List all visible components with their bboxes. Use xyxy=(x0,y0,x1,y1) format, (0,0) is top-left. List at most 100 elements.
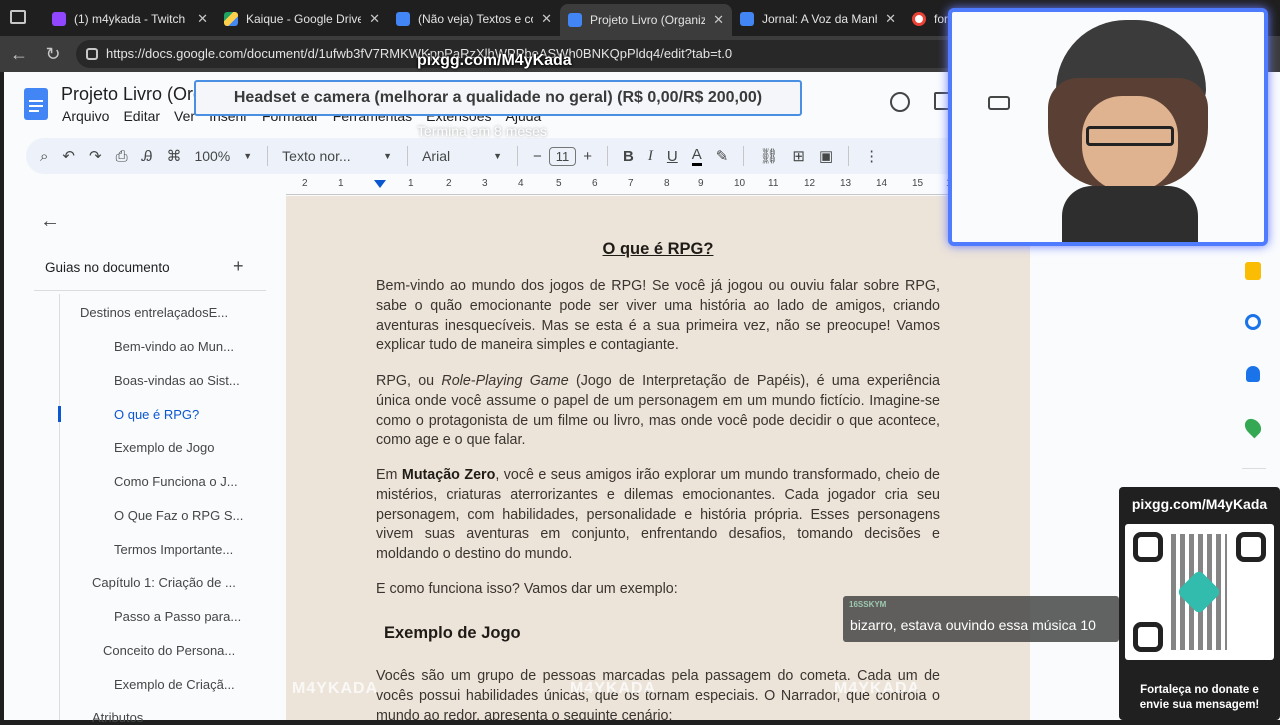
font-size-input[interactable]: 11 xyxy=(548,146,577,166)
increase-font-icon[interactable]: + xyxy=(583,148,592,165)
undo-icon[interactable]: ↶ xyxy=(62,147,75,165)
menu-editar[interactable]: Editar xyxy=(123,108,160,124)
history-icon[interactable] xyxy=(890,92,910,112)
chat-message-box: 16SSKYM bizarro, estava ouvindo essa mús… xyxy=(843,596,1119,642)
outline-item[interactable]: O Que Faz o RPG S... xyxy=(114,508,243,523)
back-arrow-icon[interactable]: ← xyxy=(40,210,60,233)
doc-title[interactable]: Projeto Livro (Org xyxy=(61,84,203,105)
outline-item[interactable]: Bem-vindo ao Mun... xyxy=(114,339,234,354)
ruler-number: 2 xyxy=(302,178,308,189)
search-icon[interactable]: ⌕ xyxy=(40,148,48,165)
insert-image-icon[interactable]: ▣ xyxy=(819,147,833,165)
style-select[interactable]: Texto nor... xyxy=(282,148,370,164)
chat-username: 16SSKYM xyxy=(849,600,887,609)
docs-icon xyxy=(740,12,754,26)
font-select[interactable]: Arial xyxy=(422,148,480,164)
ruler-line xyxy=(286,194,1030,195)
text-run: Em xyxy=(376,467,402,483)
link-icon[interactable]: ⛓ xyxy=(759,147,778,165)
print-icon[interactable]: ⎙ xyxy=(116,148,128,165)
hoodie-shape xyxy=(1062,186,1198,242)
bold-icon[interactable]: B xyxy=(623,148,634,165)
tab-search-icon[interactable] xyxy=(10,10,26,24)
paragraph: RPG, ou Role-Playing Game (Jogo de Inter… xyxy=(376,372,940,451)
tasks-icon[interactable] xyxy=(1245,314,1261,330)
ruler-number: 14 xyxy=(876,178,888,189)
outline-indent-line xyxy=(59,294,60,720)
more-options-icon[interactable]: ⋮ xyxy=(864,147,879,165)
tab-textos[interactable]: (Não veja) Textos e coi ✕ xyxy=(388,6,560,32)
qr-corner xyxy=(1133,532,1163,562)
text-color-icon[interactable]: A xyxy=(691,146,702,166)
add-comment-icon[interactable]: ⊞ xyxy=(792,147,805,165)
outline-item[interactable]: Exemplo de Criaçã... xyxy=(114,677,235,692)
redo-icon[interactable]: ↷ xyxy=(89,147,102,165)
zoom-select[interactable]: 100% xyxy=(194,148,230,164)
close-icon[interactable]: ✕ xyxy=(369,11,380,27)
back-icon[interactable]: ← xyxy=(8,43,30,65)
outline-item[interactable]: Capítulo 1: Criação de ... xyxy=(92,575,236,590)
tab-projeto-livro[interactable]: Projeto Livro (Organiza ✕ xyxy=(560,4,732,36)
qr-code[interactable] xyxy=(1125,524,1274,660)
tab-title: Projeto Livro (Organiza xyxy=(590,13,706,27)
outline-item[interactable]: Atributos xyxy=(92,710,143,725)
divider xyxy=(267,146,269,166)
maps-icon[interactable] xyxy=(1241,415,1265,439)
chat-text: bizarro, estava ouvindo essa música 10 xyxy=(850,617,1096,633)
tab-title: (1) m4ykada - Twitch xyxy=(74,12,186,26)
contacts-icon[interactable] xyxy=(1246,366,1260,382)
outline-item[interactable]: Conceito do Persona... xyxy=(103,643,235,658)
tab-title: Jornal: A Voz da Manhã xyxy=(762,12,878,26)
menu-ver[interactable]: Ver xyxy=(174,108,195,124)
section-heading: Exemplo de Jogo xyxy=(384,624,521,642)
outline-item[interactable]: Passo a Passo para... xyxy=(114,609,241,624)
google-icon xyxy=(912,12,926,26)
reload-icon[interactable]: ↻ xyxy=(42,43,64,65)
outline-item-active[interactable]: O que é RPG? xyxy=(114,407,199,422)
meet-icon[interactable] xyxy=(988,96,1010,110)
ruler-number: 5 xyxy=(556,178,562,189)
ruler-number: 7 xyxy=(628,178,634,189)
page-heading: O que é RPG? xyxy=(602,240,714,258)
ruler-number: 12 xyxy=(804,178,816,189)
chevron-down-icon: ▼ xyxy=(243,151,253,161)
highlight-icon[interactable]: ✎ xyxy=(716,147,729,165)
outline-item[interactable]: Como Funciona o J... xyxy=(114,474,238,489)
pix-url-top: pixgg.com/M4yKada xyxy=(417,52,572,69)
outline-item[interactable]: Termos Importante... xyxy=(114,542,233,557)
add-tab-icon[interactable]: + xyxy=(233,256,244,277)
ruler-number: 2 xyxy=(446,178,452,189)
outline-header: Guias no documento xyxy=(45,260,170,275)
text-run-bold: Mutação Zero xyxy=(401,467,496,483)
tab-jornal[interactable]: Jornal: A Voz da Manhã ✕ xyxy=(732,6,904,32)
spellcheck-icon[interactable]: Ꭿ xyxy=(142,148,153,165)
qr-corner xyxy=(1236,532,1266,562)
decrease-font-icon[interactable]: − xyxy=(533,148,542,165)
tab-drive[interactable]: Kaique - Google Drive ✕ xyxy=(216,6,388,32)
close-icon[interactable]: ✕ xyxy=(885,11,896,27)
outline-item[interactable]: Destinos entrelaçadosE... xyxy=(80,305,228,320)
close-icon[interactable]: ✕ xyxy=(541,11,552,27)
paint-format-icon[interactable]: ⌘ xyxy=(166,147,181,165)
pix-url: pixgg.com/M4yKada xyxy=(1131,496,1268,512)
watermark-text: M4YKADA xyxy=(834,680,921,697)
indent-marker[interactable] xyxy=(374,180,386,188)
site-info-icon[interactable] xyxy=(86,48,98,60)
close-icon[interactable]: ✕ xyxy=(713,12,724,28)
outline-item[interactable]: Exemplo de Jogo xyxy=(114,440,214,455)
outline-item[interactable]: Boas-vindas ao Sist... xyxy=(114,373,240,388)
docs-icon xyxy=(568,13,582,27)
ruler-number: 10 xyxy=(734,178,746,189)
menu-arquivo[interactable]: Arquivo xyxy=(62,108,109,124)
docs-logo-icon[interactable] xyxy=(24,88,48,120)
paragraph: Em Mutação Zero, você e seus amigos irão… xyxy=(376,466,940,565)
italic-icon[interactable]: I xyxy=(648,148,653,165)
keep-icon[interactable] xyxy=(1245,262,1261,280)
docs-icon xyxy=(396,12,410,26)
glasses-shape xyxy=(1086,126,1174,146)
close-icon[interactable]: ✕ xyxy=(197,11,208,27)
document-outline-panel: ← Guias no documento + Destinos entrelaç… xyxy=(4,182,286,725)
underline-icon[interactable]: U xyxy=(667,148,678,165)
tab-twitch[interactable]: (1) m4ykada - Twitch ✕ xyxy=(44,6,216,32)
ruler-number: 1 xyxy=(338,178,344,189)
